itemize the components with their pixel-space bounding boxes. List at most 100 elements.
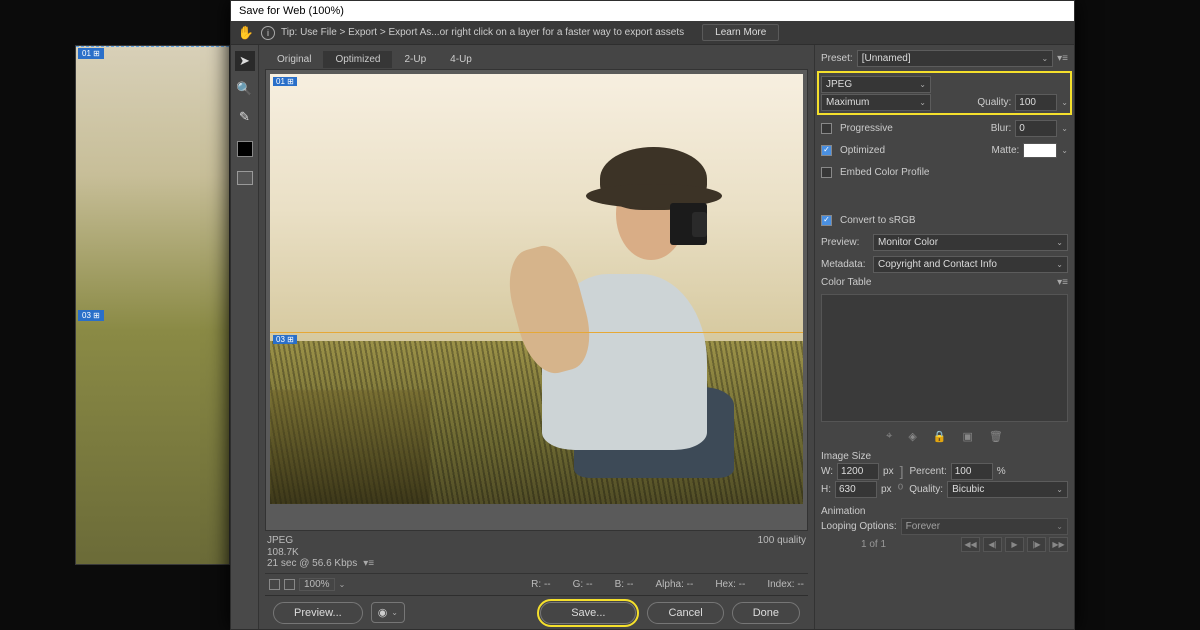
info-icon: i xyxy=(261,26,275,40)
width-label: W: xyxy=(821,466,833,477)
tip-text-2: or right click on a layer for a faster w… xyxy=(440,27,685,38)
pct-label: % xyxy=(997,466,1006,477)
panel-menu-icon[interactable]: ▾≡ xyxy=(1057,53,1068,64)
image-preview[interactable]: 01 ⊞ 03 ⊞ xyxy=(270,74,803,504)
embed-profile-checkbox[interactable] xyxy=(821,167,832,178)
preview-button[interactable]: Preview... xyxy=(273,602,363,624)
preview-quality: 100 quality xyxy=(758,535,806,546)
preset-label: Preset: xyxy=(821,53,853,64)
dialog-footer: Preview... ◉⌄ Save... Cancel Done xyxy=(265,595,808,629)
browser-preview-button[interactable]: ◉⌄ xyxy=(371,602,405,623)
first-frame-icon: ◀◀ xyxy=(961,537,980,552)
colortable-menu-icon[interactable]: ▾≡ xyxy=(1057,277,1068,288)
slice-visibility-toggle[interactable] xyxy=(237,171,253,185)
link-bottom-icon: ⁰ xyxy=(896,481,906,498)
ct-trash-icon[interactable]: 🗑 xyxy=(989,430,1003,443)
foreground-swatch[interactable] xyxy=(237,141,253,157)
save-button[interactable]: Save... xyxy=(540,602,636,624)
height-label: H: xyxy=(821,484,831,495)
format-quality-highlight: JPEG⌄ Maximum⌄ Quality: 100 ⌄ xyxy=(817,71,1072,115)
percent-input[interactable]: 100 xyxy=(951,463,993,480)
chevron-down-icon[interactable]: ⌄ xyxy=(1061,124,1068,133)
preview-menu-icon[interactable]: ▾≡ xyxy=(363,558,374,569)
width-input[interactable]: 1200 xyxy=(837,463,879,480)
chevron-down-icon[interactable]: ⌄ xyxy=(1061,146,1068,155)
readout-index: Index: -- xyxy=(767,579,804,590)
animation-label: Animation xyxy=(821,506,1068,517)
save-for-web-dialog: Save for Web (100%) ✋ i Tip: Use File > … xyxy=(230,0,1075,630)
hand-tool-icon[interactable]: ✋ xyxy=(237,24,255,42)
matte-swatch[interactable] xyxy=(1023,143,1057,158)
chevron-down-icon[interactable]: ⌄ xyxy=(1061,98,1068,107)
convert-srgb-checkbox[interactable] xyxy=(821,215,832,226)
tab-original[interactable]: Original xyxy=(265,51,323,68)
readout-hex: Hex: -- xyxy=(715,579,745,590)
tool-strip: ➤ 🔍 ✎ xyxy=(231,45,259,629)
grid-icon[interactable] xyxy=(269,579,280,590)
zoom-value[interactable]: 100% xyxy=(299,578,335,591)
height-input[interactable]: 630 xyxy=(835,481,877,498)
last-frame-icon: ▶▶ xyxy=(1049,537,1068,552)
px-label: px xyxy=(883,466,894,477)
preview-download: 21 sec @ 56.6 Kbps xyxy=(267,558,357,569)
chevron-down-icon: ⌄ xyxy=(391,608,398,617)
preview-format: JPEG xyxy=(267,535,299,546)
slice-divider xyxy=(270,332,803,333)
chevron-down-icon[interactable]: ⌄ xyxy=(339,580,346,589)
settings-panel: Preset: [Unnamed]⌄ ▾≡ JPEG⌄ Maximum⌄ Qua… xyxy=(814,45,1074,629)
done-button[interactable]: Done xyxy=(732,602,800,624)
looping-label: Looping Options: xyxy=(821,521,897,532)
play-icon: ▶ xyxy=(1005,537,1024,552)
view-tabs: Original Optimized 2-Up 4-Up xyxy=(265,49,808,69)
blur-input[interactable]: 0 xyxy=(1015,120,1057,137)
preview-profile-label: Preview: xyxy=(821,237,869,248)
progressive-checkbox[interactable] xyxy=(821,123,832,134)
bg-slice-badge-1: 01 ⊞ xyxy=(78,48,104,59)
eyedropper-tool-icon[interactable]: ✎ xyxy=(235,107,255,127)
slice-badge-01[interactable]: 01 ⊞ xyxy=(273,77,297,86)
looping-select: Forever⌄ xyxy=(901,518,1068,535)
preview-filesize: 108.7K xyxy=(267,547,299,558)
learn-more-button[interactable]: Learn More xyxy=(702,24,779,41)
next-frame-icon: |▶ xyxy=(1027,537,1046,552)
percent-label: Percent: xyxy=(910,466,947,477)
ct-cube-icon[interactable]: ◈ xyxy=(908,430,916,443)
save-highlight: Save... xyxy=(537,599,639,627)
slice-badge-03[interactable]: 03 ⊞ xyxy=(273,335,297,344)
tab-optimized[interactable]: Optimized xyxy=(323,51,392,68)
tab-4up[interactable]: 4-Up xyxy=(438,51,484,68)
progressive-label: Progressive xyxy=(840,123,893,134)
cancel-button[interactable]: Cancel xyxy=(647,602,723,624)
preset-select[interactable]: [Unnamed]⌄ xyxy=(857,50,1053,67)
px-label-2: px xyxy=(881,484,892,495)
resample-select[interactable]: Bicubic⌄ xyxy=(947,481,1068,498)
ct-snap-icon[interactable]: ⌖ xyxy=(886,430,892,443)
tip-bar: ✋ i Tip: Use File > Export > Export As..… xyxy=(231,21,1074,45)
tab-2up[interactable]: 2-Up xyxy=(392,51,438,68)
metadata-label: Metadata: xyxy=(821,259,869,270)
optimized-checkbox[interactable] xyxy=(821,145,832,156)
grid-icon-2[interactable] xyxy=(284,579,295,590)
optimized-label: Optimized xyxy=(840,145,885,156)
readout-alpha: Alpha: -- xyxy=(656,579,694,590)
readout-r: R: -- xyxy=(531,579,550,590)
metadata-select[interactable]: Copyright and Contact Info⌄ xyxy=(873,256,1068,273)
link-icon[interactable]: ] xyxy=(898,463,906,479)
eye-icon: ◉ xyxy=(378,606,388,619)
ct-lock-icon[interactable]: 🔒 xyxy=(933,430,947,443)
preview-area[interactable]: 01 ⊞ 03 ⊞ xyxy=(265,69,808,531)
resample-label: Quality: xyxy=(909,484,943,495)
preview-profile-select[interactable]: Monitor Color⌄ xyxy=(873,234,1068,251)
imagesize-label: Image Size xyxy=(821,451,1068,462)
blur-label: Blur: xyxy=(991,123,1012,134)
ct-new-icon[interactable]: ▣ xyxy=(963,430,973,443)
format-select[interactable]: JPEG⌄ xyxy=(821,76,931,93)
pointer-tool-icon[interactable]: ➤ xyxy=(235,51,255,71)
quality-preset-select[interactable]: Maximum⌄ xyxy=(821,94,931,111)
quality-input[interactable]: 100 xyxy=(1015,94,1057,111)
preview-info: JPEG 108.7K 100 quality xyxy=(265,531,808,558)
zoom-tool-icon[interactable]: 🔍 xyxy=(235,79,255,99)
bg-slice-badge-2: 03 ⊞ xyxy=(78,310,104,321)
readout-g: G: -- xyxy=(573,579,593,590)
tip-text-1: Tip: Use File > Export > Export As... xyxy=(281,27,440,38)
